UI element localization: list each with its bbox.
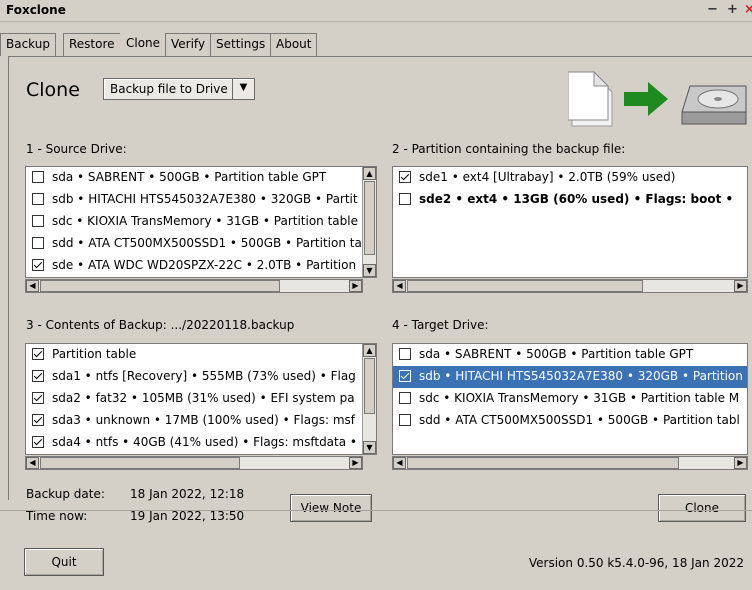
scroll-left-icon[interactable]: ◀ <box>26 457 39 469</box>
scroll-thumb[interactable] <box>40 280 280 292</box>
tab-restore[interactable]: Restore <box>63 33 121 56</box>
checkbox[interactable] <box>399 348 411 360</box>
scroll-right-icon[interactable]: ▶ <box>734 457 747 469</box>
scroll-down-icon[interactable]: ▼ <box>363 441 376 454</box>
list-item[interactable]: sdc • KIOXIA TransMemory • 31GB • Partit… <box>26 211 376 233</box>
scroll-thumb[interactable] <box>407 457 679 469</box>
vertical-scrollbar[interactable]: ▲ ▼ <box>362 344 376 454</box>
time-now-value: 19 Jan 2022, 13:50 <box>130 509 245 523</box>
time-now-label: Time now: <box>26 509 88 523</box>
checkbox[interactable] <box>399 193 411 205</box>
list-item[interactable]: sda1 • ntfs [Recovery] • 555MB (73% used… <box>26 366 376 388</box>
view-note-button[interactable]: View Note <box>290 494 372 522</box>
minimize-button[interactable]: − <box>707 2 718 17</box>
horizontal-scrollbar[interactable]: ◀ ▶ <box>392 279 748 293</box>
page-title: Clone <box>26 79 80 101</box>
hard-drive-icon <box>681 85 747 125</box>
chevron-down-icon[interactable]: ▼ <box>232 79 254 99</box>
checkbox[interactable] <box>32 215 44 227</box>
checkbox[interactable] <box>32 436 44 448</box>
checkbox[interactable] <box>32 259 44 271</box>
divider <box>0 510 752 511</box>
list-item[interactable]: sde2 • ext4 • 13GB (60% used) • Flags: b… <box>393 189 747 211</box>
tab-verify[interactable]: Verify <box>165 33 212 56</box>
file-to-drive-logo <box>568 70 747 127</box>
checkbox[interactable] <box>32 414 44 426</box>
tab-backup[interactable]: Backup <box>0 33 56 56</box>
scroll-up-icon[interactable]: ▲ <box>363 344 376 357</box>
checkbox[interactable] <box>399 392 411 404</box>
checkbox[interactable] <box>32 392 44 404</box>
scroll-right-icon[interactable]: ▶ <box>734 280 747 292</box>
checkbox[interactable] <box>32 193 44 205</box>
scroll-right-icon[interactable]: ▶ <box>349 280 362 292</box>
scroll-left-icon[interactable]: ◀ <box>26 280 39 292</box>
partition-label: 2 - Partition containing the backup file… <box>392 142 626 156</box>
scroll-thumb[interactable] <box>364 358 375 414</box>
source-drive-list[interactable]: sda • SABRENT • 500GB • Partition table … <box>25 166 377 278</box>
version-text: Version 0.50 k5.4.0-96, 18 Jan 2022 <box>528 556 744 570</box>
list-item[interactable]: sda • SABRENT • 500GB • Partition table … <box>393 344 747 366</box>
scroll-thumb[interactable] <box>364 181 375 255</box>
checkbox[interactable] <box>399 370 411 382</box>
quit-button[interactable]: Quit <box>24 548 104 576</box>
checkbox[interactable] <box>32 348 44 360</box>
tab-clone[interactable]: Clone <box>120 30 167 56</box>
maximize-button[interactable]: + <box>727 2 738 17</box>
list-item[interactable]: sdb • HITACHI HTS545032A7E380 • 320GB • … <box>393 366 747 388</box>
window-title: Foxclone <box>6 3 66 17</box>
backup-date-label: Backup date: <box>26 487 105 501</box>
list-item[interactable]: sda4 • ntfs • 40GB (41% used) • Flags: m… <box>26 432 376 454</box>
checkbox[interactable] <box>32 237 44 249</box>
backup-contents-list[interactable]: Partition table sda1 • ntfs [Recovery] •… <box>25 343 377 455</box>
title-bar: Foxclone − + × <box>0 0 752 22</box>
scroll-up-icon[interactable]: ▲ <box>363 167 376 180</box>
backup-date-value: 18 Jan 2022, 12:18 <box>130 487 245 501</box>
horizontal-scrollbar[interactable]: ◀ ▶ <box>25 456 363 470</box>
scroll-left-icon[interactable]: ◀ <box>393 457 406 469</box>
checkbox[interactable] <box>399 414 411 426</box>
source-drive-label: 1 - Source Drive: <box>26 142 127 156</box>
list-item[interactable]: sdd • ATA CT500MX500SSD1 • 500GB • Parti… <box>393 410 747 432</box>
scroll-thumb[interactable] <box>407 280 643 292</box>
target-drive-list[interactable]: sda • SABRENT • 500GB • Partition table … <box>392 343 748 455</box>
list-item[interactable]: sda • SABRENT • 500GB • Partition table … <box>26 167 376 189</box>
tab-about[interactable]: About <box>270 33 318 56</box>
list-item[interactable]: Partition table <box>26 344 376 366</box>
scroll-left-icon[interactable]: ◀ <box>393 280 406 292</box>
horizontal-scrollbar[interactable]: ◀ ▶ <box>25 279 363 293</box>
checkbox[interactable] <box>32 370 44 382</box>
arrow-right-icon <box>624 82 668 116</box>
list-item[interactable]: sdd • ATA CT500MX500SSD1 • 500GB • Parti… <box>26 233 376 255</box>
scroll-right-icon[interactable]: ▶ <box>349 457 362 469</box>
horizontal-scrollbar[interactable]: ◀ ▶ <box>392 456 748 470</box>
clone-button[interactable]: Clone <box>658 494 746 522</box>
list-item[interactable]: sda3 • unknown • 17MB (100% used) • Flag… <box>26 410 376 432</box>
list-item[interactable]: sde • ATA WDC WD20SPZX-22C • 2.0TB • Par… <box>26 255 376 277</box>
scroll-thumb[interactable] <box>40 457 240 469</box>
vertical-scrollbar[interactable]: ▲ ▼ <box>362 167 376 277</box>
partition-list[interactable]: sde1 • ext4 [Ultrabay] • 2.0TB (59% used… <box>392 166 748 278</box>
target-drive-label: 4 - Target Drive: <box>392 318 489 332</box>
checkbox[interactable] <box>399 171 411 183</box>
tab-settings[interactable]: Settings <box>210 33 272 56</box>
list-item[interactable]: sde1 • ext4 [Ultrabay] • 2.0TB (59% used… <box>393 167 747 189</box>
file-icon <box>568 70 613 127</box>
list-item[interactable]: sdb • HITACHI HTS545032A7E380 • 320GB • … <box>26 189 376 211</box>
mode-dropdown[interactable]: Backup file to Drive ▼ <box>103 78 255 100</box>
list-item[interactable]: sdc • KIOXIA TransMemory • 31GB • Partit… <box>393 388 747 410</box>
close-button[interactable]: × <box>744 2 752 17</box>
contents-label: 3 - Contents of Backup: .../20220118.bac… <box>26 318 295 332</box>
list-item[interactable]: sda2 • fat32 • 105MB (31% used) • EFI sy… <box>26 388 376 410</box>
checkbox[interactable] <box>32 171 44 183</box>
scroll-down-icon[interactable]: ▼ <box>363 264 376 277</box>
mode-dropdown-value: Backup file to Drive <box>110 82 228 96</box>
